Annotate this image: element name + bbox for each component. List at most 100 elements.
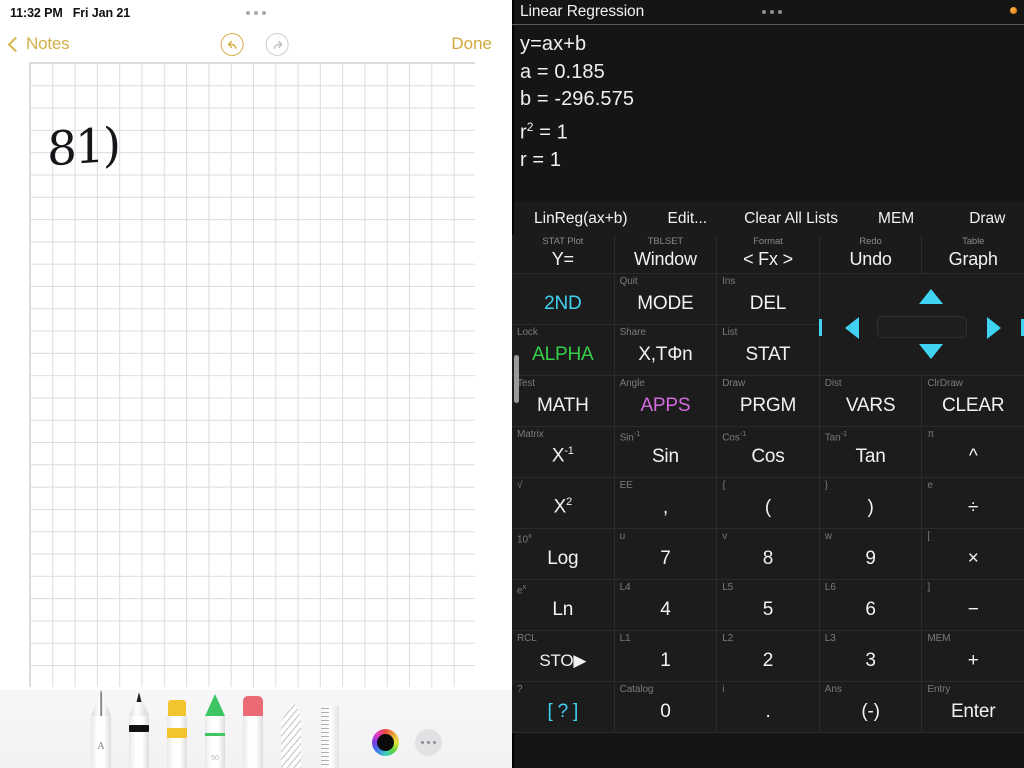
key-mode[interactable]: Quit MODE bbox=[614, 274, 718, 325]
key-label: STAT bbox=[745, 343, 791, 365]
key-5[interactable]: L5 5 bbox=[717, 580, 820, 631]
key-y-equals[interactable]: STAT Plot Y= bbox=[512, 235, 615, 274]
dot bbox=[432, 740, 437, 745]
key-2[interactable]: L2 2 bbox=[717, 631, 820, 682]
key-label: 5 bbox=[762, 598, 774, 620]
key-tan[interactable]: Tan-1 Tan bbox=[819, 427, 923, 478]
status-bar-left: 11:32 PM Fri Jan 21 bbox=[10, 6, 130, 20]
key-4[interactable]: L4 4 bbox=[614, 580, 718, 631]
key-multiply[interactable]: [ × bbox=[922, 529, 1024, 580]
key-fx[interactable]: Format < Fx > bbox=[717, 235, 820, 274]
key-1[interactable]: L1 1 bbox=[614, 631, 718, 682]
pencil-tool[interactable]: A bbox=[88, 690, 114, 768]
key-ln[interactable]: ex Ln bbox=[512, 580, 615, 631]
back-to-notes-button[interactable]: Notes bbox=[7, 34, 70, 54]
done-button[interactable]: Done bbox=[451, 34, 492, 54]
key-label: Enter bbox=[950, 700, 996, 722]
ruler-tool[interactable] bbox=[316, 702, 342, 768]
key-math[interactable]: Test MATH bbox=[512, 376, 615, 427]
key-secondary-label: u bbox=[619, 531, 626, 542]
key-secondary-label: e bbox=[927, 480, 933, 491]
key-close-paren[interactable]: } ) bbox=[819, 478, 923, 529]
key-stat[interactable]: List STAT bbox=[717, 325, 820, 376]
key-x-t-theta-n[interactable]: Share X,TΦn bbox=[614, 325, 718, 376]
redo-icon bbox=[265, 32, 289, 56]
key-7[interactable]: u 7 bbox=[614, 529, 718, 580]
vertical-scroll-indicator[interactable] bbox=[514, 355, 519, 403]
output-line: r2 = 1 bbox=[520, 114, 1024, 147]
lasso-tool[interactable] bbox=[278, 702, 304, 768]
key-undo[interactable]: Redo Undo bbox=[819, 235, 923, 274]
key-3[interactable]: L3 3 bbox=[819, 631, 923, 682]
arrow-left-icon[interactable] bbox=[845, 317, 859, 339]
eraser-barrel bbox=[243, 716, 263, 768]
key-label: Cos bbox=[751, 445, 785, 467]
key-2nd[interactable]: 2ND bbox=[512, 274, 615, 325]
multitask-handle-icon[interactable] bbox=[762, 10, 782, 14]
key-apps[interactable]: Angle APPS bbox=[614, 376, 718, 427]
menu-item-mem[interactable]: MEM bbox=[878, 210, 914, 228]
output-line: a = 0.185 bbox=[520, 60, 605, 83]
dot bbox=[770, 10, 774, 14]
key-minus[interactable]: ] − bbox=[922, 580, 1024, 631]
key-label: 4 bbox=[660, 598, 671, 620]
key-label: Undo bbox=[849, 249, 892, 269]
key-cos[interactable]: Cos-1 Cos bbox=[717, 427, 820, 478]
key-log[interactable]: 10x Log bbox=[512, 529, 615, 580]
menu-item-edit[interactable]: Edit... bbox=[667, 210, 707, 228]
key-0[interactable]: Catalog 0 bbox=[614, 682, 718, 733]
key-6[interactable]: L6 6 bbox=[819, 580, 923, 631]
multitask-handle-icon[interactable] bbox=[246, 11, 266, 15]
key-enter[interactable]: Entry Enter bbox=[922, 682, 1024, 733]
menu-item-clear-all-lists[interactable]: Clear All Lists bbox=[744, 210, 838, 228]
calculator-header: Linear Regression bbox=[512, 0, 1024, 25]
arrow-down-icon[interactable] bbox=[919, 344, 943, 359]
key-alpha[interactable]: Lock ALPHA bbox=[512, 325, 615, 376]
key-8[interactable]: v 8 bbox=[717, 529, 820, 580]
color-picker-button[interactable] bbox=[372, 729, 399, 756]
eraser-tip-icon bbox=[243, 696, 263, 716]
handwritten-annotation: 81) bbox=[47, 117, 120, 178]
key-del[interactable]: Ins DEL bbox=[717, 274, 820, 325]
key-vars[interactable]: Dist VARS bbox=[819, 376, 923, 427]
eraser-tool[interactable] bbox=[240, 696, 266, 768]
key-window[interactable]: TBLSET Window bbox=[614, 235, 718, 274]
key-label: ) bbox=[867, 496, 874, 518]
key-secondary-label: L3 bbox=[824, 633, 836, 644]
key-store[interactable]: RCL STO▶ bbox=[512, 631, 615, 682]
highlighter-tool[interactable] bbox=[164, 700, 190, 768]
key-caret[interactable]: π ^ bbox=[922, 427, 1024, 478]
key-graph[interactable]: Table Graph bbox=[922, 235, 1024, 274]
key-secondary-label: Sin-1 bbox=[620, 429, 641, 443]
sec-base: Tan bbox=[824, 432, 841, 444]
more-options-button[interactable] bbox=[415, 729, 442, 756]
key-negate[interactable]: Ans (-) bbox=[819, 682, 923, 733]
key-sin[interactable]: Sin-1 Sin bbox=[614, 427, 718, 478]
key-decimal-point[interactable]: i . bbox=[717, 682, 820, 733]
key-x-inverse[interactable]: Matrix X-1 bbox=[512, 427, 615, 478]
undo-icon[interactable] bbox=[220, 32, 244, 56]
key-comma[interactable]: EE , bbox=[614, 478, 718, 529]
marker-tool[interactable]: 50 bbox=[202, 694, 228, 768]
key-label: VARS bbox=[845, 394, 896, 416]
key-label: Window bbox=[633, 249, 697, 269]
key-prgm[interactable]: Draw PRGM bbox=[717, 376, 820, 427]
key-9[interactable]: w 9 bbox=[819, 529, 923, 580]
key-secondary-label: Draw bbox=[722, 378, 746, 389]
arrow-up-icon[interactable] bbox=[919, 289, 943, 304]
key-plus[interactable]: MEM + bbox=[922, 631, 1024, 682]
key-help[interactable]: ? [ ? ] bbox=[512, 682, 615, 733]
key-divide[interactable]: e ÷ bbox=[922, 478, 1024, 529]
arrow-right-icon[interactable] bbox=[987, 317, 1001, 339]
key-label: MODE bbox=[637, 292, 694, 314]
menu-item-draw[interactable]: Draw bbox=[969, 210, 1005, 228]
key-label: < Fx > bbox=[743, 249, 793, 269]
dpad-center-pad[interactable] bbox=[877, 316, 967, 338]
key-x-squared[interactable]: √ X2 bbox=[512, 478, 615, 529]
direction-pad[interactable] bbox=[819, 274, 1024, 376]
key-open-paren[interactable]: { ( bbox=[717, 478, 820, 529]
pen-tool[interactable] bbox=[126, 692, 152, 768]
chevron-left-icon bbox=[7, 36, 24, 53]
menu-item-linreg[interactable]: LinReg(ax+b) bbox=[534, 210, 627, 228]
key-clear[interactable]: ClrDraw CLEAR bbox=[922, 376, 1024, 427]
